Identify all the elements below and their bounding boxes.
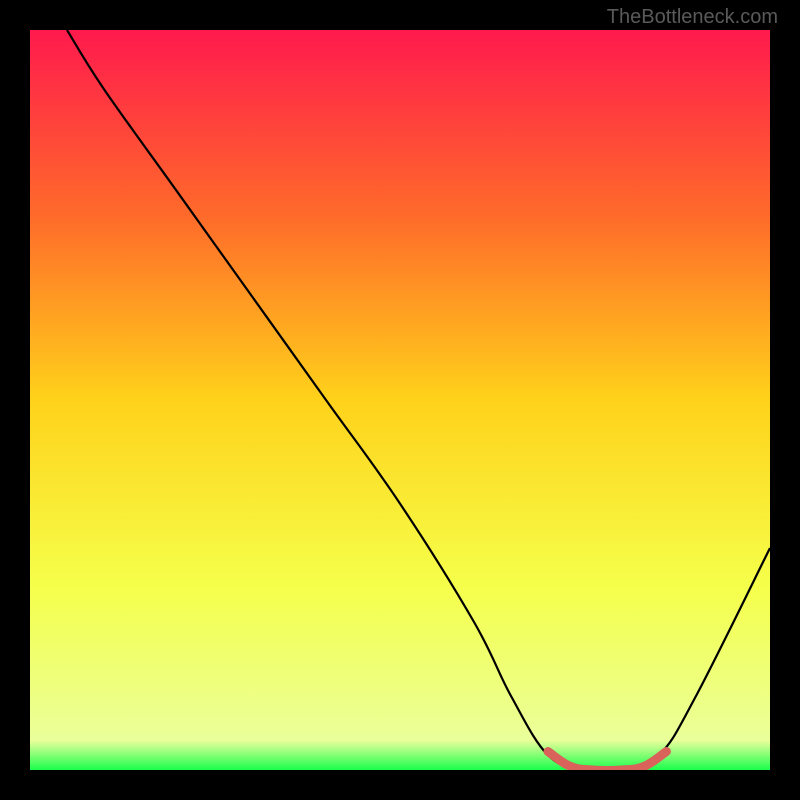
bottleneck-chart <box>30 30 770 770</box>
watermark-text: TheBottleneck.com <box>607 6 778 29</box>
chart-container <box>30 30 770 770</box>
